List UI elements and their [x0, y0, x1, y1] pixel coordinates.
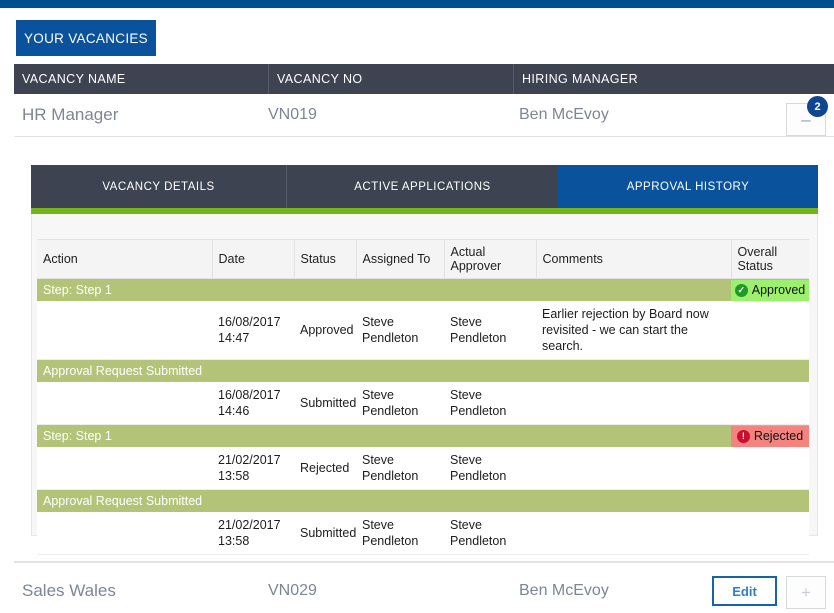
approval-history-container: Action Date Status Assigned To Actual Ap…: [31, 214, 818, 536]
cell-assigned-to: Steve Pendleton: [356, 512, 444, 555]
vacancy-row-hr-manager[interactable]: HR Manager VN019 Ben McEvoy – 2: [14, 94, 834, 137]
approval-step-banner: Step: Step 1 ✓ Approved: [37, 279, 809, 302]
cell-date: 21/02/2017 13:58: [212, 512, 294, 555]
approval-step-banner: Step: Step 1 ! Rejected: [37, 425, 809, 448]
cell-overall-status: [731, 447, 809, 490]
status-badge-label: Approved: [752, 282, 806, 298]
approval-history-body: Step: Step 1 ✓ Approved 16/08/2017 14:47: [37, 279, 809, 555]
cell-actual-approver: Steve Pendleton: [444, 447, 536, 490]
cell-status: Submitted: [294, 382, 356, 425]
row-divider: [14, 562, 834, 563]
vacancy-row-sales-wales[interactable]: Sales Wales VN029 Ben McEvoy Edit +: [14, 568, 834, 613]
table-row: 16/08/2017 14:46 Submitted Steve Pendlet…: [37, 382, 809, 425]
edit-button[interactable]: Edit: [712, 576, 777, 606]
cell-action: [37, 301, 212, 360]
cell-overall-status: [731, 512, 809, 555]
cell-action: [37, 512, 212, 555]
step-label: Step: Step 1: [37, 425, 731, 448]
cell-overall-status: [731, 382, 809, 425]
status-badge-approved: ✓ Approved: [731, 280, 809, 301]
approval-submitted-banner: Approval Request Submitted: [37, 360, 809, 383]
vacancy-number: VN019: [268, 94, 513, 136]
column-header-hiring-manager: HIRING MANAGER: [513, 64, 834, 94]
cell-actual-approver: Steve Pendleton: [444, 382, 536, 425]
cell-overall-status: [731, 301, 809, 360]
your-vacancies-button[interactable]: YOUR VACANCIES: [16, 20, 156, 56]
expand-row-button[interactable]: +: [786, 576, 826, 609]
tab-active-applications[interactable]: ACTIVE APPLICATIONS: [286, 165, 558, 208]
submitted-label: Approval Request Submitted: [37, 490, 809, 513]
cell-date: 16/08/2017 14:46: [212, 382, 294, 425]
approval-history-table: Action Date Status Assigned To Actual Ap…: [37, 239, 809, 555]
col-header-comments[interactable]: Comments: [536, 240, 731, 279]
status-badge-rejected: ! Rejected: [731, 426, 809, 447]
cell-action: [37, 447, 212, 490]
col-header-overall-status[interactable]: Overall Status: [731, 240, 809, 279]
detail-tabs: VACANCY DETAILS ACTIVE APPLICATIONS APPR…: [31, 165, 818, 208]
cell-assigned-to: Steve Pendleton: [356, 382, 444, 425]
cell-actual-approver: Steve Pendleton: [444, 512, 536, 555]
vacancy-table-header: VACANCY NAME VACANCY NO HIRING MANAGER: [14, 64, 834, 94]
vacancy-hiring-manager: Ben McEvoy: [519, 568, 719, 613]
tab-approval-history[interactable]: APPROVAL HISTORY: [558, 165, 818, 208]
cell-comments: [536, 382, 731, 425]
vacancy-approval-page: YOUR VACANCIES VACANCY NAME VACANCY NO H…: [0, 0, 834, 613]
column-header-vacancy-name: VACANCY NAME: [14, 64, 268, 94]
tab-vacancy-details[interactable]: VACANCY DETAILS: [31, 165, 286, 208]
col-header-action[interactable]: Action: [37, 240, 212, 279]
col-header-date[interactable]: Date: [212, 240, 294, 279]
vacancy-name: HR Manager: [22, 94, 268, 136]
vacancy-hiring-manager: Ben McEvoy: [519, 94, 719, 136]
cell-assigned-to: Steve Pendleton: [356, 301, 444, 360]
table-row: 21/02/2017 13:58 Submitted Steve Pendlet…: [37, 512, 809, 555]
vacancy-name: Sales Wales: [22, 568, 268, 613]
status-badge-label: Rejected: [754, 428, 803, 444]
table-header-row: Action Date Status Assigned To Actual Ap…: [37, 240, 809, 279]
application-count-badge: 2: [807, 96, 828, 117]
vacancy-number: VN029: [268, 568, 513, 613]
step-label: Step: Step 1: [37, 279, 731, 302]
cell-status: Approved: [294, 301, 356, 360]
cell-action: [37, 382, 212, 425]
table-row: 21/02/2017 13:58 Rejected Steve Pendleto…: [37, 447, 809, 490]
cell-assigned-to: Steve Pendleton: [356, 447, 444, 490]
overall-status-cell: ! Rejected: [731, 425, 809, 448]
cell-comments: Earlier rejection by Board now revisited…: [536, 301, 731, 360]
col-header-assigned-to[interactable]: Assigned To: [356, 240, 444, 279]
cell-actual-approver: Steve Pendleton: [444, 301, 536, 360]
cell-date: 21/02/2017 13:58: [212, 447, 294, 490]
check-circle-icon: ✓: [735, 284, 748, 297]
plus-icon: +: [801, 584, 811, 601]
exclamation-circle-icon: !: [737, 430, 750, 443]
column-header-vacancy-no: VACANCY NO: [268, 64, 513, 94]
cell-comments: [536, 447, 731, 490]
cell-comments: [536, 512, 731, 555]
col-header-actual-approver[interactable]: Actual Approver: [444, 240, 536, 279]
cell-date: 16/08/2017 14:47: [212, 301, 294, 360]
submitted-label: Approval Request Submitted: [37, 360, 809, 383]
overall-status-cell: ✓ Approved: [731, 279, 809, 302]
col-header-status[interactable]: Status: [294, 240, 356, 279]
table-row: 16/08/2017 14:47 Approved Steve Pendleto…: [37, 301, 809, 360]
cell-status: Rejected: [294, 447, 356, 490]
approval-submitted-banner: Approval Request Submitted: [37, 490, 809, 513]
top-accent-bar: [0, 0, 834, 8]
cell-status: Submitted: [294, 512, 356, 555]
vacancy-detail-panel: VACANCY DETAILS ACTIVE APPLICATIONS APPR…: [14, 138, 834, 562]
